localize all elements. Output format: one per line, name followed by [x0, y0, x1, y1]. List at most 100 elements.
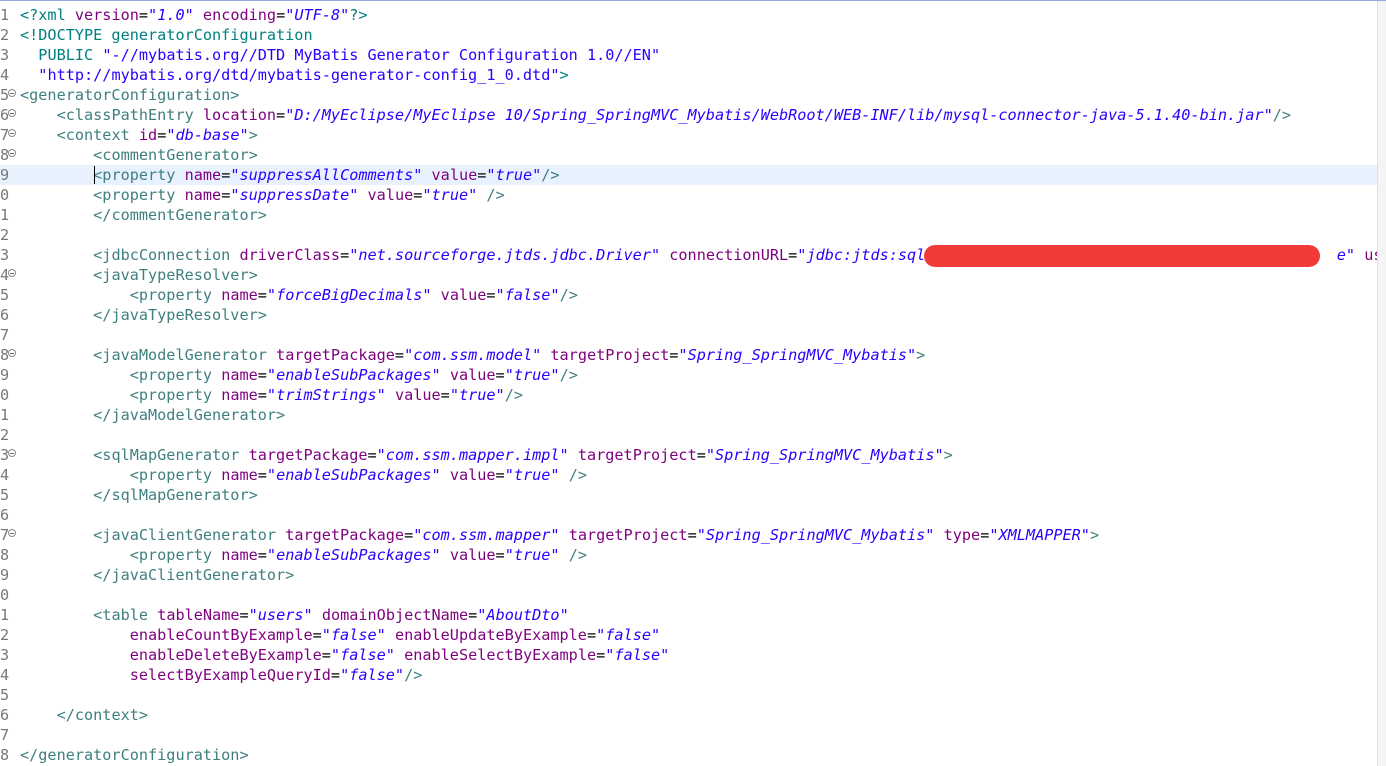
code-line[interactable]: 5 </sqlMapGenerator>	[0, 485, 1377, 505]
code-line[interactable]: 4 <property name="enableSubPackages" val…	[0, 465, 1377, 485]
line-number: 5	[0, 686, 10, 704]
code-text: <javaModelGenerator targetPackage="com.s…	[93, 346, 926, 364]
line-number: 6	[0, 506, 10, 524]
line-number: 2	[0, 226, 10, 244]
code-line[interactable]: 2	[0, 225, 1377, 245]
line-number: 2	[0, 26, 10, 44]
code-line[interactable]: 6 </context>	[0, 705, 1377, 725]
code-line[interactable]: 9 <property name="enableSubPackages" val…	[0, 365, 1377, 385]
line-number: 2	[0, 426, 10, 444]
code-line[interactable]: 8 <commentGenerator>	[0, 145, 1377, 165]
line-number: 0	[0, 186, 10, 204]
code-text: enableDeleteByExample="false" enableSele…	[129, 646, 670, 664]
code-line[interactable]: 2	[0, 425, 1377, 445]
code-text: </generatorConfiguration>	[20, 746, 249, 764]
code-line[interactable]: 0 <property name="suppressDate" value="t…	[0, 185, 1377, 205]
line-number: 9	[0, 166, 10, 184]
code-text: <property name="suppressDate" value="tru…	[93, 186, 505, 204]
code-line[interactable]: 9 <property name="suppressAllComments" v…	[0, 165, 1377, 185]
fold-collapse-icon[interactable]	[8, 89, 16, 97]
code-line[interactable]: 8 <property name="enableSubPackages" val…	[0, 545, 1377, 565]
line-number: 3	[0, 646, 10, 664]
code-text: <?xml version="1.0" encoding="UTF-8"?>	[20, 6, 368, 24]
code-line[interactable]: 6	[0, 505, 1377, 525]
code-line[interactable]: 7 <context id="db-base">	[0, 125, 1377, 145]
line-number: 9	[0, 366, 10, 384]
code-text: </sqlMapGenerator>	[93, 486, 258, 504]
code-line[interactable]: 2 enableCountByExample="false" enableUpd…	[0, 625, 1377, 645]
code-line[interactable]: 1 <table tableName="users" domainObjectN…	[0, 605, 1377, 625]
line-number: 2	[0, 626, 10, 644]
line-number: 6	[0, 306, 10, 324]
code-line[interactable]: 4 "http://mybatis.org/dtd/mybatis-genera…	[0, 65, 1377, 85]
code-line[interactable]: 8 <javaModelGenerator targetPackage="com…	[0, 345, 1377, 365]
code-line[interactable]: 6 </javaTypeResolver>	[0, 305, 1377, 325]
code-line[interactable]: 4 <javaTypeResolver>	[0, 265, 1377, 285]
line-number: 8	[0, 546, 10, 564]
line-number: 6	[0, 706, 10, 724]
line-number: 0	[0, 586, 10, 604]
fold-collapse-icon[interactable]	[8, 529, 16, 537]
code-text: <property name="trimStrings" value="true…	[129, 386, 523, 404]
code-line[interactable]: 2 <!DOCTYPE generatorConfiguration	[0, 25, 1377, 45]
code-text: </javaModelGenerator>	[93, 406, 286, 424]
code-line[interactable]: 7	[0, 725, 1377, 745]
line-number: 1	[0, 406, 10, 424]
code-text: </javaClientGenerator>	[93, 566, 295, 584]
code-text: "http://mybatis.org/dtd/mybatis-generato…	[38, 66, 569, 84]
xml-editor[interactable]: 1 <?xml version="1.0" encoding="UTF-8"?> 2…	[0, 0, 1386, 766]
redaction-mark	[924, 245, 1320, 267]
fold-collapse-icon[interactable]	[8, 149, 16, 157]
fold-collapse-icon[interactable]	[8, 349, 16, 357]
code-line[interactable]: 3 PUBLIC "-//mybatis.org//DTD MyBatis Ge…	[0, 45, 1377, 65]
line-number: 4	[0, 666, 10, 684]
code-text: <classPathEntry location="D:/MyEclipse/M…	[56, 106, 1292, 124]
code-line[interactable]: 1 <?xml version="1.0" encoding="UTF-8"?>	[0, 5, 1377, 25]
code-line[interactable]: 4 selectByExampleQueryId="false"/>	[0, 665, 1377, 685]
code-line[interactable]: 7	[0, 325, 1377, 345]
code-line[interactable]: 0 <property name="trimStrings" value="tr…	[0, 385, 1377, 405]
code-line[interactable]: 1 </javaModelGenerator>	[0, 405, 1377, 425]
vertical-scrollbar[interactable]	[1377, 1, 1386, 766]
code-text: </commentGenerator>	[93, 206, 267, 224]
code-text: selectByExampleQueryId="false"/>	[129, 666, 423, 684]
line-number: 8	[0, 746, 10, 764]
fold-collapse-icon[interactable]	[8, 269, 16, 277]
code-lines[interactable]: 1 <?xml version="1.0" encoding="UTF-8"?> 2…	[0, 5, 1377, 765]
line-number: 4	[0, 466, 10, 484]
code-text: </context>	[56, 706, 149, 724]
code-text: <property name="suppressAllComments" val…	[93, 166, 560, 184]
fold-collapse-icon[interactable]	[8, 109, 16, 117]
code-text: </javaTypeResolver>	[93, 306, 267, 324]
line-number: 1	[0, 6, 10, 24]
line-number: 5	[0, 486, 10, 504]
code-line[interactable]: 5	[0, 685, 1377, 705]
line-number: 3	[0, 246, 10, 264]
line-number: 1	[0, 606, 10, 624]
code-text: <generatorConfiguration>	[20, 86, 240, 104]
code-line[interactable]: 3 enableDeleteByExample="false" enableSe…	[0, 645, 1377, 665]
code-text: PUBLIC "-//mybatis.org//DTD MyBatis Gene…	[38, 46, 661, 64]
code-line[interactable]: 5 <generatorConfiguration>	[0, 85, 1377, 105]
code-line[interactable]: 8 </generatorConfiguration>	[0, 745, 1377, 765]
line-number: 4	[0, 66, 10, 84]
line-number: 1	[0, 206, 10, 224]
code-line[interactable]: 7 <javaClientGenerator targetPackage="co…	[0, 525, 1377, 545]
code-line[interactable]: 3 <sqlMapGenerator targetPackage="com.ss…	[0, 445, 1377, 465]
code-line[interactable]: 5 <property name="forceBigDecimals" valu…	[0, 285, 1377, 305]
code-line[interactable]: 1 </commentGenerator>	[0, 205, 1377, 225]
code-line[interactable]: 6 <classPathEntry location="D:/MyEclipse…	[0, 105, 1377, 125]
code-line[interactable]: 9 </javaClientGenerator>	[0, 565, 1377, 585]
line-number: 5	[0, 286, 10, 304]
code-text: <commentGenerator>	[93, 146, 258, 164]
fold-collapse-icon[interactable]	[8, 449, 16, 457]
line-number: 3	[0, 46, 10, 64]
line-number: 7	[0, 726, 10, 744]
fold-collapse-icon[interactable]	[8, 129, 16, 137]
code-text: <javaClientGenerator targetPackage="com.…	[93, 526, 1100, 544]
code-line[interactable]: 0	[0, 585, 1377, 605]
